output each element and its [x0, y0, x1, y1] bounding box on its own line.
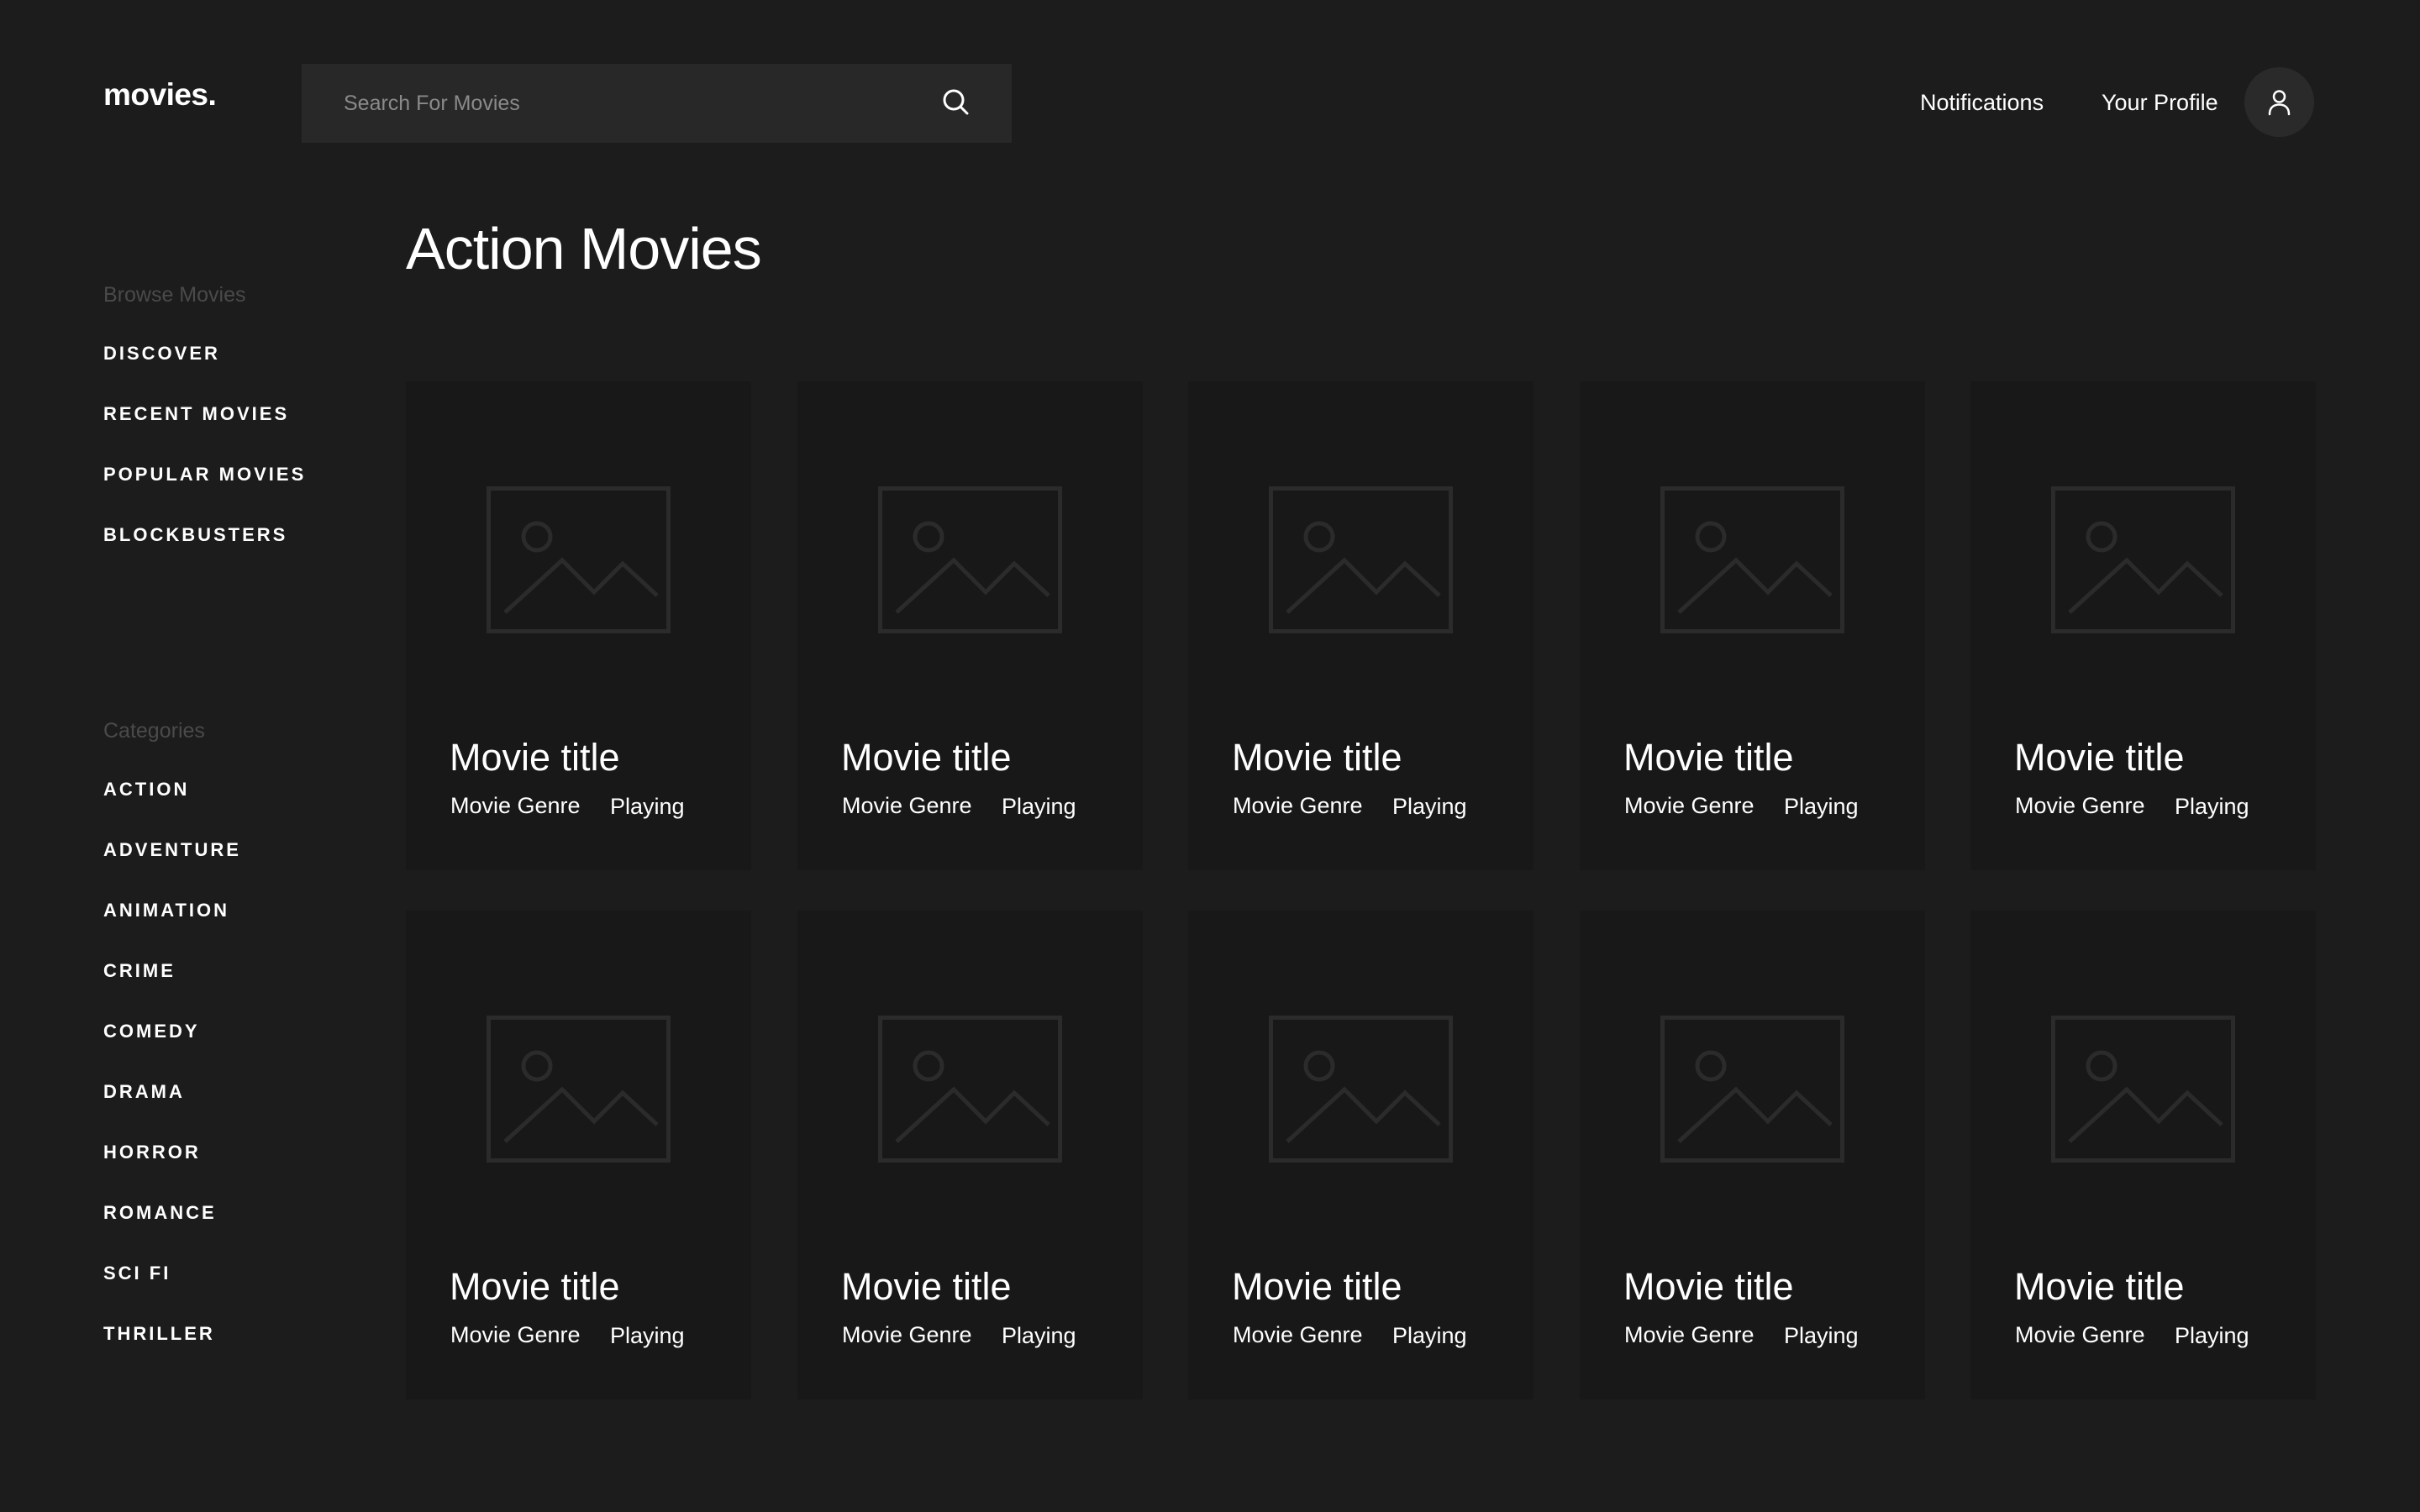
page-title: Action Movies — [406, 216, 762, 281]
movie-status: Playing — [1392, 794, 1467, 819]
movie-status: Playing — [2175, 1323, 2249, 1348]
categories-section-label: Categories — [103, 719, 205, 743]
movie-genre: Movie Genre — [842, 793, 972, 818]
nav-item-popular-movies[interactable]: POPULAR MOVIES — [103, 464, 306, 486]
movie-title: Movie title — [841, 1265, 1012, 1308]
category-item-comedy[interactable]: COMEDY — [103, 1021, 200, 1042]
movie-status: Playing — [1002, 794, 1076, 819]
movie-card[interactable]: Movie title Movie Genre Playing — [1188, 381, 1534, 870]
image-placeholder-icon — [487, 1016, 671, 1163]
profile-link[interactable]: Your Profile — [2102, 90, 2218, 116]
movie-title: Movie title — [1232, 736, 1402, 779]
nav-item-recent-movies[interactable]: RECENT MOVIES — [103, 403, 289, 425]
movie-genre: Movie Genre — [2015, 793, 2145, 818]
movie-card[interactable]: Movie title Movie Genre Playing — [797, 381, 1143, 870]
nav-item-discover[interactable]: DISCOVER — [103, 343, 220, 365]
movie-title: Movie title — [841, 736, 1012, 779]
nav-item-blockbusters[interactable]: BLOCKBUSTERS — [103, 524, 287, 546]
image-placeholder-icon — [1660, 1016, 1844, 1163]
movie-genre: Movie Genre — [450, 1322, 581, 1347]
image-placeholder-icon — [2051, 486, 2235, 633]
image-placeholder-icon — [878, 486, 1062, 633]
movie-status: Playing — [610, 1323, 685, 1348]
movie-card[interactable]: Movie title Movie Genre Playing — [406, 381, 751, 870]
category-item-romance[interactable]: ROMANCE — [103, 1202, 217, 1224]
movie-card[interactable]: Movie title Movie Genre Playing — [1970, 911, 2316, 1399]
category-item-drama[interactable]: DRAMA — [103, 1081, 185, 1103]
movie-card[interactable]: Movie title Movie Genre Playing — [1188, 911, 1534, 1399]
movie-title: Movie title — [1623, 1265, 1794, 1308]
movie-status: Playing — [1784, 1323, 1859, 1348]
movie-genre: Movie Genre — [2015, 1322, 2145, 1347]
movie-title: Movie title — [450, 1265, 620, 1308]
movie-status: Playing — [1002, 1323, 1076, 1348]
movie-card[interactable]: Movie title Movie Genre Playing — [797, 911, 1143, 1399]
movie-card[interactable]: Movie title Movie Genre Playing — [1580, 911, 1925, 1399]
movie-status: Playing — [2175, 794, 2249, 819]
image-placeholder-icon — [1660, 486, 1844, 633]
notifications-link[interactable]: Notifications — [1920, 90, 2044, 116]
image-placeholder-icon — [1269, 1016, 1453, 1163]
category-item-thriller[interactable]: THRILLER — [103, 1323, 215, 1345]
movie-status: Playing — [610, 794, 685, 819]
movie-title: Movie title — [2014, 1265, 2185, 1308]
category-item-adventure[interactable]: ADVENTURE — [103, 839, 241, 861]
movie-card[interactable]: Movie title Movie Genre Playing — [1580, 381, 1925, 870]
movie-title: Movie title — [1623, 736, 1794, 779]
search-icon[interactable] — [939, 86, 973, 119]
movie-card[interactable]: Movie title Movie Genre Playing — [406, 911, 751, 1399]
user-icon — [2268, 90, 2291, 116]
movie-title: Movie title — [2014, 736, 2185, 779]
movie-genre: Movie Genre — [1624, 793, 1754, 818]
movie-genre: Movie Genre — [1233, 793, 1363, 818]
image-placeholder-icon — [1269, 486, 1453, 633]
image-placeholder-icon — [878, 1016, 1062, 1163]
image-placeholder-icon — [2051, 1016, 2235, 1163]
movie-status: Playing — [1784, 794, 1859, 819]
avatar-button[interactable] — [2244, 67, 2314, 137]
category-item-animation[interactable]: ANIMATION — [103, 900, 229, 921]
movie-genre: Movie Genre — [1233, 1322, 1363, 1347]
movie-card[interactable]: Movie title Movie Genre Playing — [1970, 381, 2316, 870]
movie-title: Movie title — [450, 736, 620, 779]
category-item-sci-fi[interactable]: SCI FI — [103, 1263, 171, 1284]
browse-section-label: Browse Movies — [103, 283, 246, 307]
app-logo[interactable]: movies. — [103, 77, 217, 113]
movie-title: Movie title — [1232, 1265, 1402, 1308]
movie-status: Playing — [1392, 1323, 1467, 1348]
category-item-action[interactable]: ACTION — [103, 779, 189, 801]
category-item-crime[interactable]: CRIME — [103, 960, 176, 982]
movie-genre: Movie Genre — [842, 1322, 972, 1347]
image-placeholder-icon — [487, 486, 671, 633]
category-item-horror[interactable]: HORROR — [103, 1142, 201, 1163]
search-input[interactable] — [302, 64, 940, 143]
movie-genre: Movie Genre — [1624, 1322, 1754, 1347]
search-bar — [302, 64, 1012, 143]
movie-genre: Movie Genre — [450, 793, 581, 818]
